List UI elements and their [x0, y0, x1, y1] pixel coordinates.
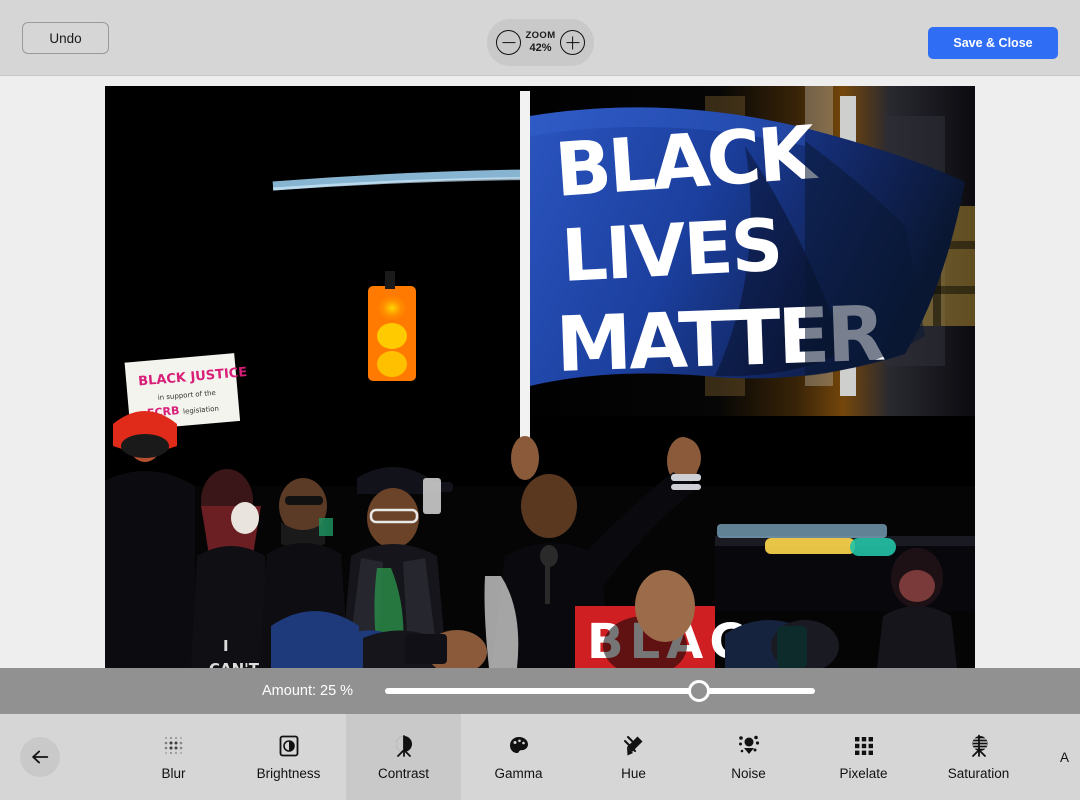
save-and-close-button[interactable]: Save & Close	[928, 27, 1058, 59]
filter-item-contrast[interactable]: Contrast	[346, 714, 461, 800]
filter-label: Blur	[161, 766, 186, 781]
filter-label: Gamma	[494, 766, 543, 781]
svg-text:I: I	[223, 637, 229, 655]
image-editor-app: Undo ZOOM 42% Save & Close BLACK LIVES M…	[0, 0, 1080, 800]
zoom-in-button[interactable]	[560, 30, 585, 55]
photo-artwork: BLACK LIVES MATTER BLACK JUSTICE in supp…	[105, 86, 975, 668]
filter-label: Noise	[731, 766, 766, 781]
filter-label: Hue	[621, 766, 646, 781]
svg-text:LIVES: LIVES	[559, 203, 783, 298]
filter-list: Blur Brightness Contrast Gamma Hue Noise…	[116, 714, 1036, 800]
zoom-control: ZOOM 42%	[487, 19, 594, 66]
filter-label: Pixelate	[839, 766, 888, 781]
amount-slider-bar: Amount: 25 %	[0, 668, 1080, 714]
filter-label: Contrast	[377, 766, 430, 781]
filter-toolbar: Blur Brightness Contrast Gamma Hue Noise…	[0, 714, 1080, 800]
zoom-readout: ZOOM 42%	[521, 29, 560, 55]
filter-item-overflow-partial[interactable]: A	[1060, 714, 1080, 800]
undo-button-label: Undo	[49, 30, 82, 46]
brightness-icon	[276, 733, 302, 759]
filter-item-blur[interactable]: Blur	[116, 714, 231, 800]
saturation-icon	[966, 733, 992, 759]
palette-icon	[506, 733, 532, 759]
contrast-icon	[391, 733, 417, 759]
filter-overflow-label: A	[1060, 749, 1070, 765]
top-toolbar: Undo ZOOM 42% Save & Close	[0, 0, 1080, 76]
amount-slider-thumb[interactable]	[687, 680, 710, 702]
back-button[interactable]	[20, 737, 60, 777]
filter-item-gamma[interactable]: Gamma	[461, 714, 576, 800]
arrow-left-icon	[32, 750, 49, 764]
filter-label: Brightness	[256, 766, 321, 781]
filter-item-hue[interactable]: Hue	[576, 714, 691, 800]
filter-item-noise[interactable]: Noise	[691, 714, 806, 800]
svg-text:BLACK: BLACK	[552, 110, 820, 214]
zoom-value: 42%	[529, 41, 552, 54]
canvas-area: BLACK LIVES MATTER BLACK JUSTICE in supp…	[0, 76, 1080, 668]
noise-icon	[736, 733, 762, 759]
edited-image[interactable]: BLACK LIVES MATTER BLACK JUSTICE in supp…	[105, 86, 975, 668]
zoom-out-button[interactable]	[496, 30, 521, 55]
undo-button[interactable]: Undo	[22, 22, 109, 54]
amount-label: Amount: 25 %	[262, 683, 354, 699]
filter-item-brightness[interactable]: Brightness	[231, 714, 346, 800]
zoom-label: ZOOM	[525, 29, 556, 41]
filter-item-saturation[interactable]: Saturation	[921, 714, 1036, 800]
filter-item-pixelate[interactable]: Pixelate	[806, 714, 921, 800]
pixel-grid-icon	[851, 733, 877, 759]
hue-icon	[621, 733, 647, 759]
amount-slider-track[interactable]	[385, 680, 815, 702]
svg-text:CAN'T: CAN'T	[209, 660, 260, 668]
dot-grid-icon	[161, 733, 187, 759]
save-button-label: Save & Close	[953, 36, 1033, 50]
filter-label: Saturation	[947, 766, 1010, 781]
